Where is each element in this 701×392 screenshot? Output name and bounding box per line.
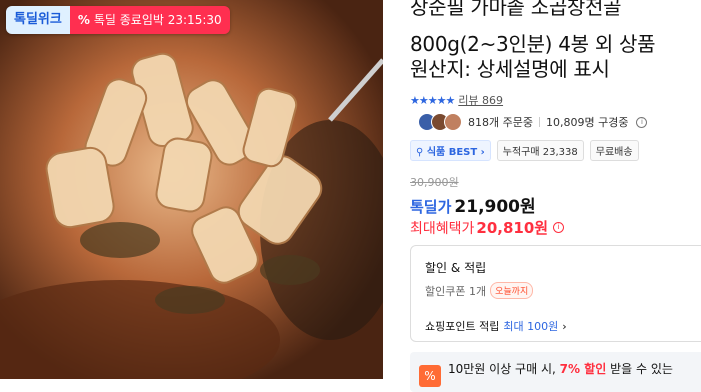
product-title-line-2: 800g(2~3인분) 4봉 외 상품 xyxy=(410,32,656,56)
promo-banner[interactable]: % 10만원 이상 구매 시, 7% 할인 받을 수 있는 xyxy=(410,352,701,392)
deal-badge: 톡딜위크 % 톡딜 종료임박 23:15:30 xyxy=(6,6,230,34)
deal-timer-text: 톡딜 종료임박 23:15:30 xyxy=(93,13,222,27)
point-row[interactable]: 쇼핑포인트 적립 최대 100원 › xyxy=(425,318,567,334)
original-price: 30,900원 xyxy=(410,176,459,189)
product-image[interactable]: 톡딜위크 % 톡딜 종료임박 23:15:30 xyxy=(0,0,383,379)
benefit-box: 할인 & 적립 할인쿠폰 1개 오늘까지 쇼핑포인트 적립 최대 100원 › xyxy=(410,245,701,342)
promo-prefix: 10만원 이상 구매 시, xyxy=(448,362,560,376)
divider xyxy=(538,117,540,127)
tag-cumulative: 누적구매 23,338 xyxy=(496,140,584,161)
rating-row: ★★★★★ 리뷰 869 xyxy=(410,92,503,108)
food-illustration xyxy=(0,0,383,379)
max-benefit-label: 최대혜택가 xyxy=(410,220,475,237)
tag-list: ⚲ 식품 BEST › 누적구매 23,338 무료배송 xyxy=(410,140,639,161)
promo-text: 10만원 이상 구매 시, 7% 할인 받을 수 있는 xyxy=(448,360,673,377)
avatar xyxy=(444,113,462,131)
benefit-title: 할인 & 적립 xyxy=(425,261,487,275)
price-row: 톡딜가 21,900원 xyxy=(410,192,536,217)
promo-highlight: 7% 할인 xyxy=(559,362,607,376)
max-benefit-row: 최대혜택가 20,810원 i xyxy=(410,217,565,238)
deal-timer: % 톡딜 종료임박 23:15:30 xyxy=(69,6,230,34)
product-title-line-3: 원산지: 상세설명에 표시 xyxy=(410,57,610,81)
orders-count: 818개 주문중 xyxy=(468,116,533,129)
deal-logo: 톡딜위크 xyxy=(6,6,70,34)
point-value: 최대 100원 xyxy=(503,320,559,333)
coupon-row[interactable]: 할인쿠폰 1개 오늘까지 xyxy=(425,282,534,299)
point-label: 쇼핑포인트 적립 xyxy=(425,320,500,333)
info-icon[interactable]: i xyxy=(553,222,565,233)
price-label: 톡딜가 xyxy=(410,198,452,216)
tag-food-best[interactable]: ⚲ 식품 BEST › xyxy=(410,140,491,161)
coupon-text: 할인쿠폰 1개 xyxy=(425,284,487,298)
watchers-count: 10,809명 구경중 xyxy=(545,116,629,129)
tag-label: 식품 BEST › xyxy=(426,147,485,158)
coupon-deadline-pill: 오늘까지 xyxy=(490,282,534,299)
promo-suffix: 받을 수 있는 xyxy=(606,362,673,376)
review-link[interactable]: 리뷰 869 xyxy=(458,92,503,108)
pin-icon: ⚲ xyxy=(416,147,427,158)
percent-icon: % xyxy=(77,13,90,27)
buyers-row: 818개 주문중 10,809명 구경중 i xyxy=(418,113,648,131)
discount-icon: % xyxy=(419,365,441,387)
info-icon[interactable]: i xyxy=(636,116,648,128)
max-benefit-price: 20,810원 xyxy=(476,219,549,237)
star-rating-icon: ★★★★★ xyxy=(410,93,455,107)
buyer-avatars xyxy=(418,113,462,131)
chevron-right-icon: › xyxy=(562,319,567,333)
deal-price: 21,900원 xyxy=(454,197,536,217)
tag-free-shipping: 무료배송 xyxy=(589,140,639,161)
product-title-line-1: 장순필 가마솥 소곱창전골 xyxy=(410,0,622,19)
